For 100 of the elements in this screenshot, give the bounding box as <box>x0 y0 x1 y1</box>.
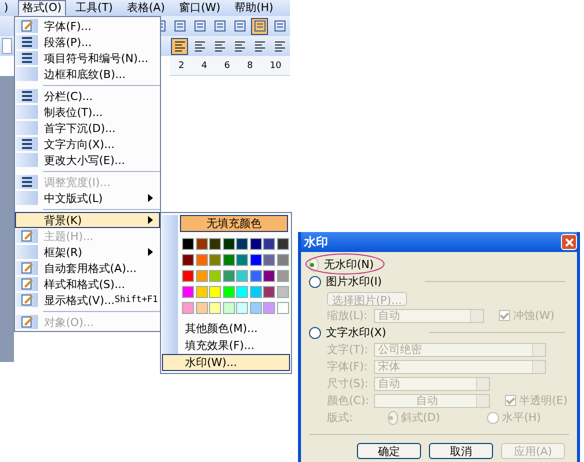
color-swatch[interactable] <box>250 302 262 314</box>
close-icon <box>564 238 574 246</box>
color-swatch[interactable] <box>236 302 248 314</box>
color-swatch[interactable] <box>182 254 194 266</box>
menu-item[interactable]: 首字下沉(D)... <box>15 120 160 136</box>
lines-icon <box>194 40 206 52</box>
document-icon <box>21 294 33 306</box>
menu-item[interactable]: 显示格式(V)...Shift+F1 <box>15 292 160 308</box>
menu-item[interactable]: 自动套用格式(A)... <box>15 260 160 276</box>
menu-item[interactable]: 背景(K) <box>15 212 160 228</box>
lines-icon <box>274 20 286 32</box>
lines-icon <box>21 52 33 64</box>
lines-icon <box>234 20 246 32</box>
radio-label: 文字水印(X) <box>325 325 386 340</box>
align-button[interactable] <box>171 38 188 54</box>
color-swatch[interactable] <box>222 254 234 266</box>
menu-item[interactable]: 分栏(C)... <box>15 88 160 104</box>
document-icon <box>21 278 33 290</box>
close-button[interactable] <box>561 234 577 250</box>
menu-item[interactable]: 字体(F)... <box>15 18 160 34</box>
menu-bar-item[interactable]: ) <box>0 0 12 16</box>
color-swatch[interactable] <box>250 254 262 266</box>
color-swatch[interactable] <box>196 302 208 314</box>
color-swatch[interactable] <box>196 238 208 250</box>
color-swatch[interactable] <box>196 286 208 298</box>
menu-item[interactable]: 框架(R) <box>15 244 160 260</box>
ruler-number: 10 <box>270 60 282 70</box>
no-fill-button[interactable]: 无填充颜色 <box>180 215 288 232</box>
lines-icon <box>194 20 206 32</box>
checkbox-label: 半透明(E) <box>519 393 568 408</box>
color-swatch[interactable] <box>263 270 275 282</box>
color-swatch[interactable] <box>250 238 262 250</box>
document-icon <box>21 20 33 32</box>
menu-item[interactable]: 更改大小写(E)... <box>15 152 160 168</box>
color-swatch[interactable] <box>209 270 221 282</box>
color-swatch[interactable] <box>196 270 208 282</box>
menu-item[interactable]: 制表位(T)... <box>15 104 160 120</box>
color-swatch[interactable] <box>222 238 234 250</box>
color-swatch[interactable] <box>182 270 194 282</box>
document-icon <box>21 230 33 242</box>
color-swatch[interactable] <box>209 302 221 314</box>
menu-item[interactable]: 填充效果(F)... <box>162 337 290 354</box>
color-swatch[interactable] <box>276 254 288 266</box>
menu-item[interactable]: 项目符号和编号(N)... <box>15 50 160 66</box>
lines-icon <box>214 40 226 52</box>
color-swatch[interactable] <box>236 254 248 266</box>
menu-item[interactable]: 段落(P)... <box>15 34 160 50</box>
color-swatch[interactable] <box>276 286 288 298</box>
menu-item[interactable]: 边框和底纹(B)... <box>15 66 160 82</box>
color-swatch[interactable] <box>222 270 234 282</box>
lines-icon <box>21 176 33 188</box>
radio-label: 无水印(N) <box>323 257 374 272</box>
color-swatch[interactable] <box>263 302 275 314</box>
color-swatch[interactable] <box>276 270 288 282</box>
document-icon <box>21 262 33 274</box>
lines-icon <box>254 40 266 52</box>
color-swatch[interactable] <box>276 238 288 250</box>
ruler-number: 2 <box>178 60 184 70</box>
menu-item[interactable]: 中文版式(L) <box>15 190 160 206</box>
color-swatch[interactable] <box>263 238 275 250</box>
ruler-number: 4 <box>201 60 208 70</box>
color-swatch[interactable] <box>196 254 208 266</box>
color-swatch[interactable] <box>263 286 275 298</box>
field-label: 字体(F): <box>327 359 369 374</box>
color-swatch[interactable] <box>263 254 275 266</box>
menu-item[interactable]: 其他颜色(M)... <box>162 320 290 337</box>
dialog-button[interactable]: 取消 <box>429 443 493 459</box>
radio-label: 图片水印(I) <box>325 274 382 289</box>
ruler-number: 6 <box>224 60 230 70</box>
color-swatch[interactable] <box>209 238 221 250</box>
color-swatch[interactable] <box>182 238 194 250</box>
lines-icon <box>254 20 266 32</box>
menu-item[interactable]: 样式和格式(S)... <box>15 276 160 292</box>
color-swatch[interactable] <box>236 238 248 250</box>
ruler-number: 8 <box>247 60 253 70</box>
menu-bar-item[interactable]: 窗口(W) <box>174 0 224 16</box>
dialog-button[interactable]: 确定 <box>357 443 421 459</box>
lines-icon <box>174 40 186 52</box>
color-swatch[interactable] <box>236 270 248 282</box>
menu-bar-item[interactable]: 格式(O) <box>18 0 66 16</box>
menu-bar-item[interactable]: 帮助(H) <box>230 0 278 16</box>
color-swatch[interactable] <box>236 286 248 298</box>
color-swatch[interactable] <box>209 254 221 266</box>
color-swatch[interactable] <box>182 302 194 314</box>
lines-icon <box>21 36 33 48</box>
menu-bar-item[interactable]: 表格(A) <box>122 0 169 16</box>
color-swatch[interactable] <box>222 302 234 314</box>
menu-item[interactable]: 文字方向(X)... <box>15 136 160 152</box>
toolbar-button[interactable] <box>251 18 268 34</box>
color-swatch[interactable] <box>276 302 288 314</box>
menu-item[interactable]: 水印(W)... <box>162 354 290 371</box>
color-swatch[interactable] <box>250 286 262 298</box>
menu-bar-item[interactable]: 工具(T) <box>72 0 117 16</box>
color-swatch[interactable] <box>182 286 194 298</box>
color-swatch[interactable] <box>222 286 234 298</box>
lines-icon <box>234 40 246 52</box>
lines-icon <box>174 20 186 32</box>
color-swatch[interactable] <box>209 286 221 298</box>
lines-icon <box>21 138 33 150</box>
color-swatch[interactable] <box>250 270 262 282</box>
